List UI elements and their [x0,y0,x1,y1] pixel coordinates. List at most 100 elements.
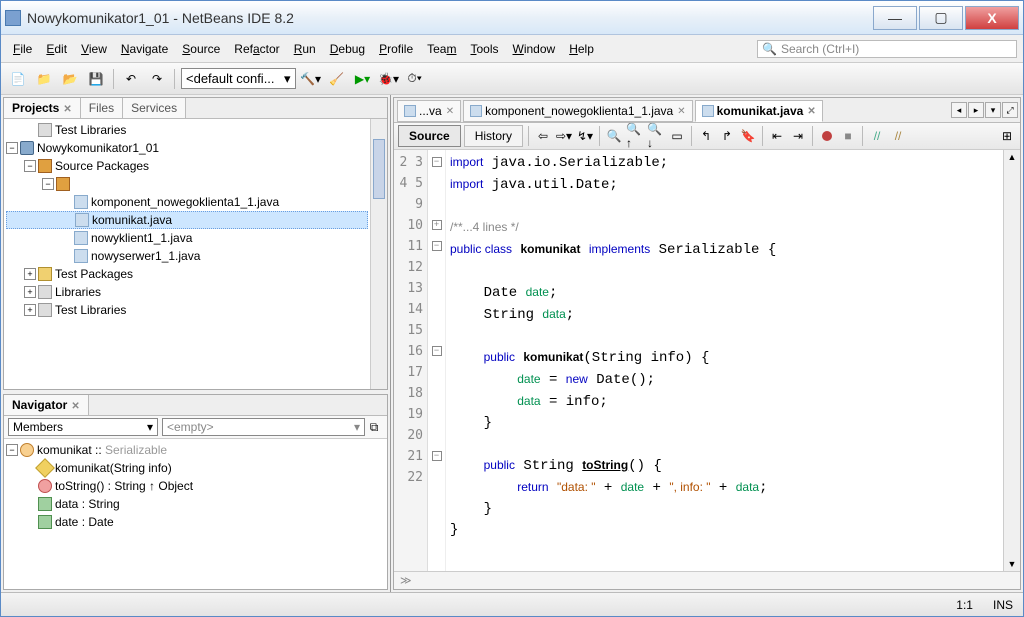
fold-toggle[interactable]: + [432,220,442,230]
tree-toggle[interactable]: + [24,268,36,280]
navigator-options-button[interactable]: ⧉ [365,420,383,435]
tree-item[interactable]: toString() : String ↑ Object [6,477,385,495]
tree-item[interactable]: komunikat(String info) [6,459,385,477]
tab-projects[interactable]: Projects✕ [4,98,81,118]
close-icon[interactable]: ✕ [71,401,79,412]
tree-item[interactable]: −Nowykomunikator1_01 [6,139,368,157]
source-view-tab[interactable]: Source [398,125,461,147]
projects-tree[interactable]: Test Libraries−Nowykomunikator1_01−Sourc… [4,119,370,389]
shift-left-button[interactable]: ⇤ [768,127,786,145]
editor-tab[interactable]: ...va✕ [397,100,461,122]
fold-column[interactable]: − +− − − [428,150,446,571]
tree-item[interactable]: komponent_nowegoklienta1_1.java [6,193,368,211]
close-tab-icon[interactable]: ✕ [807,106,815,117]
minimize-button[interactable]: — [873,6,917,30]
tree-item[interactable]: Test Libraries [6,121,368,139]
clean-build-button[interactable]: 🧹 [326,68,348,90]
menu-help[interactable]: Help [563,39,600,59]
shift-right-button[interactable]: ⇥ [789,127,807,145]
history-view-tab[interactable]: History [464,125,523,147]
tree-item[interactable]: +Test Packages [6,265,368,283]
tree-item[interactable]: komunikat.java [6,211,368,229]
prev-bookmark-button[interactable]: ↰ [697,127,715,145]
editor-options-button[interactable]: ⊞ [998,127,1016,145]
tab-list-button[interactable]: ▾ [985,102,1001,118]
close-button[interactable]: X [965,6,1019,30]
menu-edit[interactable]: Edit [40,39,73,59]
stop-macro-button[interactable]: ■ [839,127,857,145]
scroll-down-icon[interactable]: ▼ [1008,559,1017,569]
tree-item[interactable]: −Source Packages [6,157,368,175]
save-all-button[interactable]: 💾 [85,68,107,90]
tree-toggle[interactable]: − [42,178,54,190]
tab-services[interactable]: Services [123,98,186,118]
tree-toggle[interactable]: + [24,286,36,298]
fold-toggle[interactable]: − [432,241,442,251]
menu-view[interactable]: View [75,39,113,59]
tree-item[interactable]: date : Date [6,513,385,531]
tab-scroll-right-button[interactable]: ▸ [968,102,984,118]
menu-profile[interactable]: Profile [373,39,419,59]
tree-item[interactable]: −komunikat :: Serializable [6,441,385,459]
fold-toggle[interactable]: − [432,346,442,356]
forward-button[interactable]: ⇨▾ [555,127,573,145]
menu-refactor[interactable]: Refactor [228,39,285,59]
menu-team[interactable]: Team [421,39,462,59]
tree-toggle[interactable]: − [6,444,18,456]
comment-button[interactable]: // [868,127,886,145]
tree-item[interactable]: +Test Libraries [6,301,368,319]
menu-window[interactable]: Window [507,39,562,59]
last-edit-button[interactable]: ↯▾ [576,127,594,145]
find-prev-button[interactable]: 🔍↑ [626,127,644,145]
toggle-bookmark-button[interactable]: 🔖 [739,127,757,145]
maximize-editor-button[interactable]: ⤢ [1002,102,1018,118]
maximize-button[interactable]: ▢ [919,6,963,30]
find-next-button[interactable]: 🔍↓ [647,127,665,145]
tree-toggle[interactable]: − [6,142,18,154]
profile-button[interactable]: ⏱▾ [404,68,426,90]
editor-tab[interactable]: komunikat.java✕ [695,100,823,122]
debug-button[interactable]: 🐞▾ [378,68,400,90]
editor-scrollbar-vertical[interactable]: ▲ ▼ [1003,150,1020,571]
close-icon[interactable]: ✕ [63,104,71,115]
menu-file[interactable]: File [7,39,38,59]
tree-item[interactable]: data : String [6,495,385,513]
navigator-view-select[interactable]: Members▾ [8,418,158,436]
run-button[interactable]: ▶▾ [352,68,374,90]
menu-tools[interactable]: Tools [464,39,504,59]
build-button[interactable]: 🔨▾ [300,68,322,90]
navigator-tree[interactable]: −komunikat :: Serializablekomunikat(Stri… [4,439,387,589]
find-selection-button[interactable]: 🔍 [605,127,623,145]
tab-navigator[interactable]: Navigator✕ [4,395,89,415]
quick-search-input[interactable]: 🔍 Search (Ctrl+I) [757,40,1017,58]
scrollbar-vertical[interactable] [370,119,387,389]
open-button[interactable]: 📂 [59,68,81,90]
navigator-filter-input[interactable]: <empty>▾ [162,418,365,436]
tree-item[interactable]: nowyserwer1_1.java [6,247,368,265]
new-project-button[interactable]: 📁 [33,68,55,90]
redo-button[interactable]: ↷ [146,68,168,90]
line-number-gutter[interactable]: 2 3 4 5 9 10 11 12 13 14 15 16 17 18 19 … [394,150,428,571]
menu-source[interactable]: Source [176,39,226,59]
tab-files[interactable]: Files [81,98,123,118]
menu-debug[interactable]: Debug [324,39,371,59]
new-file-button[interactable]: 📄 [7,68,29,90]
start-macro-button[interactable] [818,127,836,145]
run-config-select[interactable]: <default confi... [181,68,296,89]
editor-breadcrumb[interactable]: ≫ [394,571,1020,589]
tree-toggle[interactable]: − [24,160,36,172]
fold-toggle[interactable]: − [432,451,442,461]
tree-item[interactable]: − [6,175,368,193]
tree-toggle[interactable]: + [24,304,36,316]
tree-item[interactable]: +Libraries [6,283,368,301]
tab-scroll-left-button[interactable]: ◂ [951,102,967,118]
next-bookmark-button[interactable]: ↱ [718,127,736,145]
menu-run[interactable]: Run [288,39,322,59]
scroll-up-icon[interactable]: ▲ [1008,152,1017,162]
undo-button[interactable]: ↶ [120,68,142,90]
uncomment-button[interactable]: // [889,127,907,145]
close-tab-icon[interactable]: ✕ [446,106,454,117]
back-button[interactable]: ⇦ [534,127,552,145]
close-tab-icon[interactable]: ✕ [677,106,685,117]
menu-navigate[interactable]: Navigate [115,39,174,59]
